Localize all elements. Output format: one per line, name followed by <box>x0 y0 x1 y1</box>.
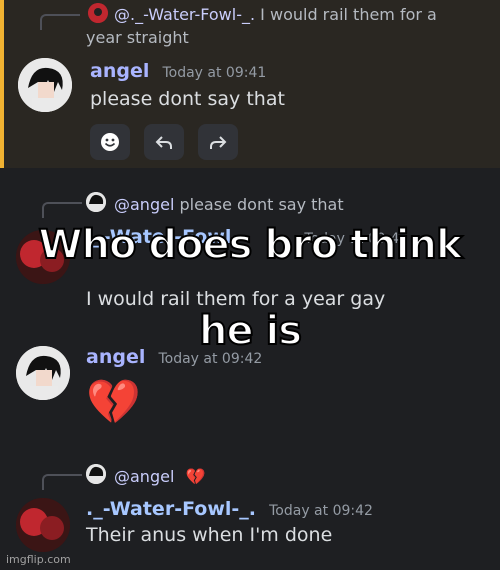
message-header: angel Today at 09:41 <box>90 60 266 82</box>
reply-preview[interactable]: @angel please dont say that <box>114 195 344 214</box>
watermark: imgflip.com <box>6 553 71 566</box>
reply-text-continued: year straight <box>86 28 189 47</box>
message-content: Their anus when I'm done <box>86 524 333 546</box>
reply-spine <box>40 14 80 30</box>
reply-mention[interactable]: @angel <box>114 195 174 214</box>
reply-spine <box>42 474 82 490</box>
reply-preview[interactable]: @angel 💔 <box>114 467 205 486</box>
reply-mention[interactable]: @angel <box>114 467 174 486</box>
reply-text: I would rail them for a <box>260 5 437 24</box>
timestamp: Today at 09:42 <box>269 503 373 519</box>
reply-arrow-icon <box>155 136 172 149</box>
reply-preview[interactable]: @._-Water-Fowl-_. I would rail them for … <box>114 5 437 24</box>
meme-caption-line2: he is <box>198 307 303 355</box>
message-header: ._-Water-Fowl-_. Today at 09:42 <box>86 498 373 520</box>
emoji-icon <box>101 133 119 151</box>
reply-emoji: 💔 <box>185 467 206 486</box>
message-content: I would rail them for a year gay <box>86 288 386 310</box>
reply-mention[interactable]: @._-Water-Fowl-_. <box>114 5 255 24</box>
avatar[interactable] <box>18 58 72 112</box>
reply-text: please dont say that <box>179 195 344 214</box>
meme-caption-line1: Who does bro think <box>37 221 463 269</box>
avatar[interactable] <box>16 346 70 400</box>
reference-avatar <box>86 464 106 484</box>
reference-avatar <box>88 3 108 23</box>
reply-button[interactable] <box>144 124 184 160</box>
author-name[interactable]: ._-Water-Fowl-_. <box>86 498 256 520</box>
add-reaction-button[interactable] <box>90 124 130 160</box>
highlighted-message: @._-Water-Fowl-_. I would rail them for … <box>0 0 500 168</box>
reply-spine <box>42 202 82 218</box>
message-content: please dont say that <box>90 88 285 110</box>
forward-button[interactable] <box>198 124 238 160</box>
reference-avatar <box>86 192 106 212</box>
forward-arrow-icon <box>210 136 227 149</box>
timestamp: Today at 09:41 <box>162 65 267 81</box>
author-name[interactable]: angel <box>90 60 149 82</box>
message-emoji: 💔 <box>86 377 141 428</box>
avatar[interactable] <box>16 498 70 552</box>
